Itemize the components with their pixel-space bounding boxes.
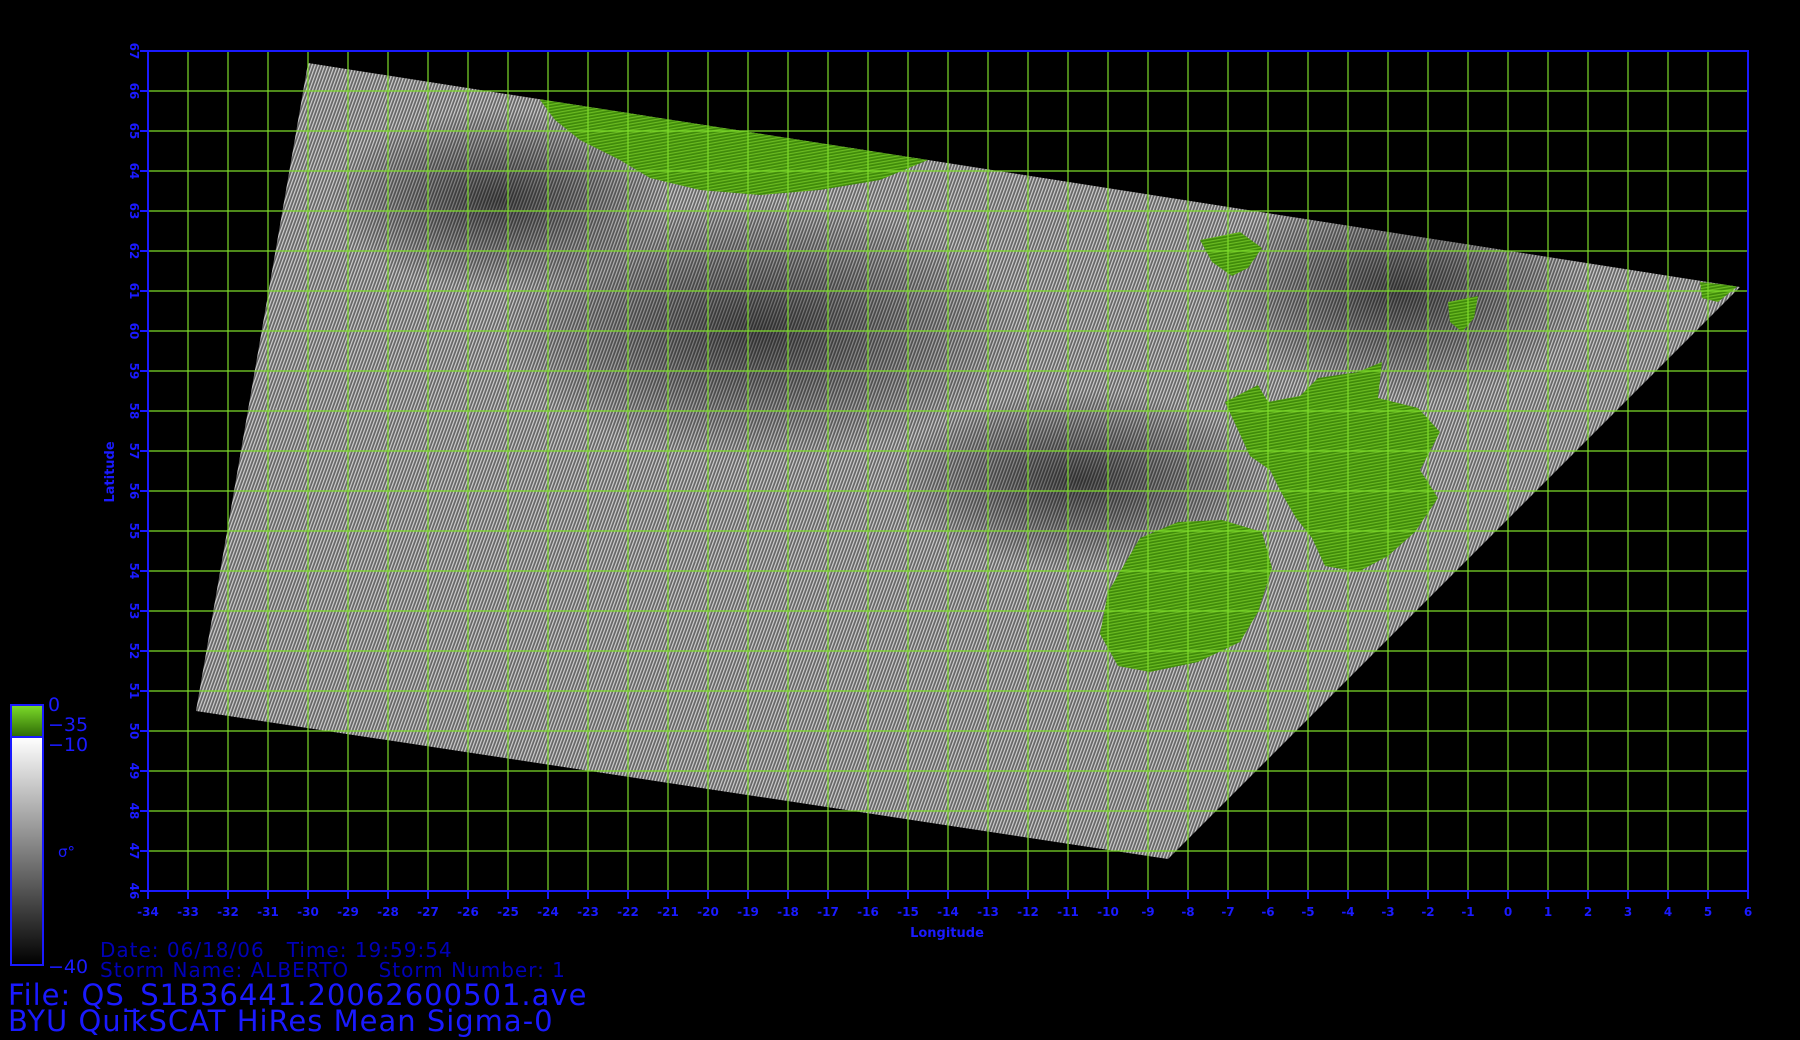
- lat-tick-label: 52: [127, 643, 141, 660]
- lon-tick-label: -20: [697, 905, 719, 919]
- lon-tick-label: -5: [1301, 905, 1314, 919]
- lon-tick-label: -16: [857, 905, 879, 919]
- lon-tick-label: 2: [1584, 905, 1592, 919]
- lon-tick-label: -24: [537, 905, 559, 919]
- lat-tick-label: 62: [127, 243, 141, 260]
- dark-wind-region: [1210, 180, 1590, 400]
- lat-tick-label: 56: [127, 483, 141, 500]
- lat-tick-label: 60: [127, 323, 141, 340]
- lon-tick-label: 4: [1664, 905, 1672, 919]
- lat-tick-label: 55: [127, 523, 141, 540]
- lon-tick-label: -13: [977, 905, 999, 919]
- lon-tick-label: -14: [937, 905, 959, 919]
- y-axis-title: Latitude: [103, 441, 118, 503]
- colorbar-label-top: 0: [48, 694, 61, 716]
- lon-tick-label: -9: [1141, 905, 1154, 919]
- lon-tick-label: -6: [1261, 905, 1274, 919]
- lon-tick-label: -15: [897, 905, 919, 919]
- lat-tick-label: 49: [127, 763, 141, 780]
- lon-tick-label: -17: [817, 905, 839, 919]
- lon-tick-label: -2: [1421, 905, 1434, 919]
- lon-tick-label: -3: [1381, 905, 1394, 919]
- lon-tick-label: -26: [457, 905, 479, 919]
- colorbar-ocean-segment: [10, 736, 44, 966]
- lat-tick-label: 61: [127, 283, 141, 300]
- colorbar-label-bottom: −40: [48, 956, 89, 978]
- lat-tick-label: 57: [127, 443, 141, 460]
- lon-tick-label: -19: [737, 905, 759, 919]
- lon-tick-label: -18: [777, 905, 799, 919]
- lon-tick-label: -10: [1097, 905, 1119, 919]
- lat-tick-label: 67: [127, 43, 141, 60]
- lon-tick-label: -8: [1181, 905, 1194, 919]
- lon-tick-label: -34: [137, 905, 159, 919]
- lon-tick-label: -31: [257, 905, 279, 919]
- lat-tick-label: 64: [127, 163, 141, 180]
- longitude-tick-labels: -34 -33 -32 -31 -30 -29 -28 -27 -26 -25 -24 -23 -22-…: [137, 905, 1752, 919]
- lon-tick-label: 5: [1704, 905, 1712, 919]
- lon-tick-label: -1: [1461, 905, 1474, 919]
- lat-tick-label: 46: [127, 883, 141, 900]
- lat-tick-label: 50: [127, 723, 141, 740]
- lon-tick-label: -27: [417, 905, 439, 919]
- colorbar-symbol: σ°: [58, 843, 76, 861]
- latitude-tick-labels: 46 47 48 49 50 51 52 53 54 55 56 57 58 59 60 61 62 63 64 65…: [127, 43, 141, 900]
- lat-lon-grid: [147, 50, 1749, 892]
- lat-tick-label: 53: [127, 603, 141, 620]
- lon-tick-label: 6: [1744, 905, 1752, 919]
- lon-tick-label: -25: [497, 905, 519, 919]
- colorbar-land-segment: [10, 704, 44, 738]
- lat-tick-label: 66: [127, 83, 141, 100]
- lon-tick-label: -21: [657, 905, 679, 919]
- lat-tick-label: 48: [127, 803, 141, 820]
- lon-tick-label: 1: [1544, 905, 1552, 919]
- lat-tick-label: 58: [127, 403, 141, 420]
- lon-tick-label: -11: [1057, 905, 1079, 919]
- colorbar-label-ocean-high: −10: [48, 734, 89, 756]
- lon-tick-label: -22: [617, 905, 639, 919]
- product-title-line: BYU QuikSCAT HiRes Mean Sigma-0: [8, 1004, 554, 1038]
- lat-tick-label: 51: [127, 683, 141, 700]
- lon-tick-label: -23: [577, 905, 599, 919]
- lon-tick-label: -12: [1017, 905, 1039, 919]
- lon-tick-label: -7: [1221, 905, 1234, 919]
- lat-tick-label: 54: [127, 563, 141, 580]
- colorbar: [10, 704, 44, 966]
- lat-tick-label: 65: [127, 123, 141, 140]
- swath-map: -34 -33 -32 -31 -30 -29 -28 -27 -26 -25 -24 -23 -22-…: [10, 43, 1752, 966]
- colorbar-label-land-low: −35: [48, 714, 89, 736]
- lon-tick-label: -32: [217, 905, 239, 919]
- lon-tick-label: -28: [377, 905, 399, 919]
- lat-tick-label: 47: [127, 843, 141, 860]
- lat-tick-label: 63: [127, 203, 141, 220]
- lon-tick-label: -4: [1341, 905, 1354, 919]
- lon-tick-label: -33: [177, 905, 199, 919]
- lon-tick-label: 0: [1504, 905, 1512, 919]
- x-axis-title: Longitude: [910, 926, 984, 941]
- lon-tick-label: 3: [1624, 905, 1632, 919]
- lon-tick-label: -30: [297, 905, 319, 919]
- lat-tick-label: 59: [127, 363, 141, 380]
- lon-tick-label: -29: [337, 905, 359, 919]
